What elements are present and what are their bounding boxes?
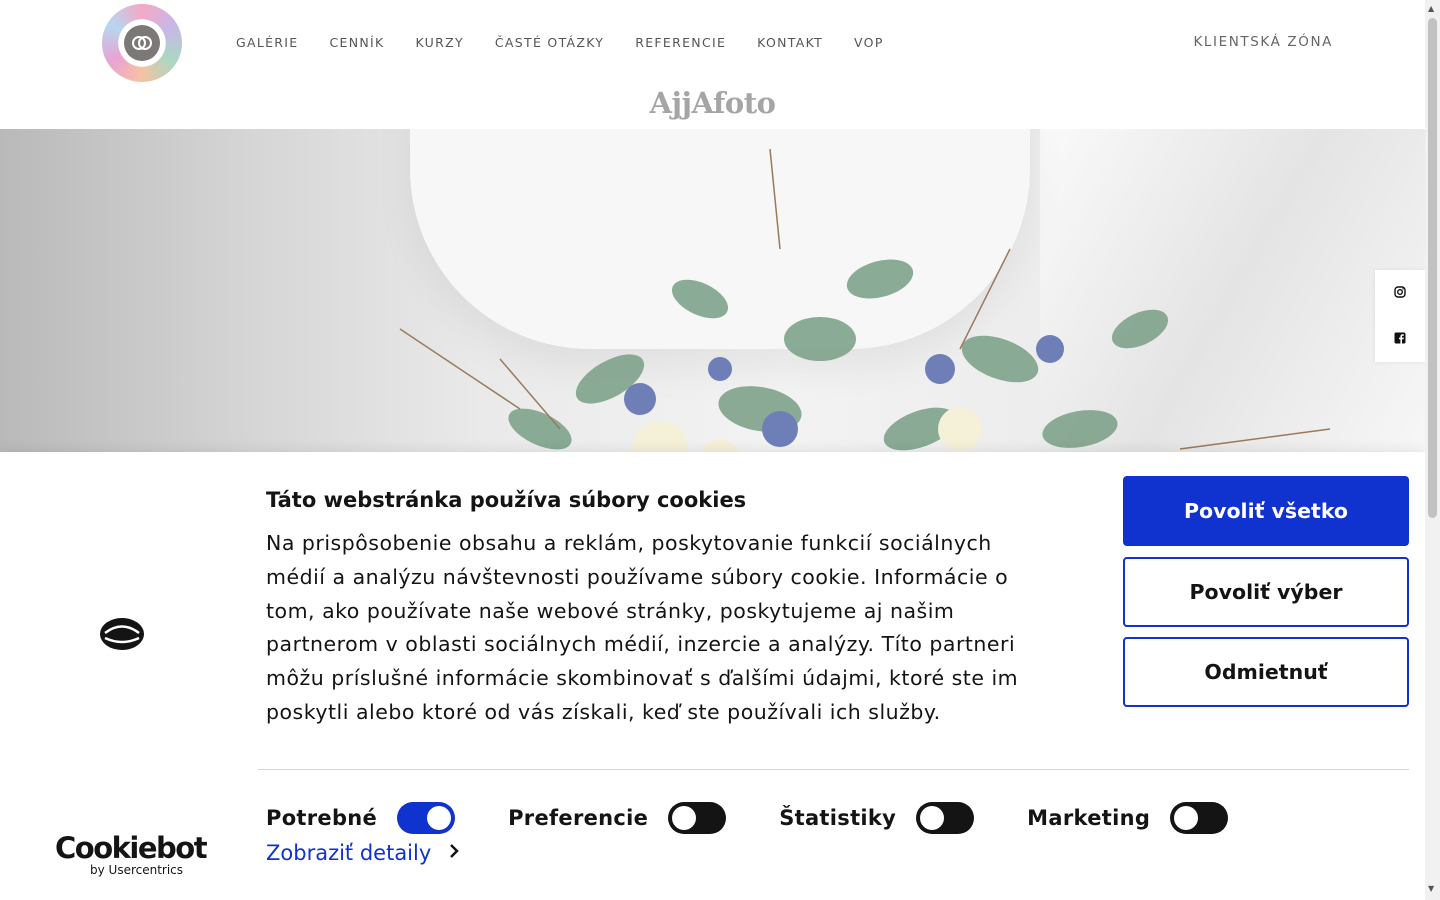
toggle-label-marketing: Marketing [1027, 806, 1151, 830]
cookiebot-logo[interactable]: Cookiebot by Usercentrics [55, 831, 208, 877]
nav-item-kontakt[interactable]: KONTAKT [757, 34, 823, 52]
facebook-icon[interactable] [1394, 332, 1406, 347]
main-nav: GALÉRIE CENNÍK KURZY ČASTÉ OTÁZKY REFERE… [236, 34, 915, 52]
cookiebot-badge-icon[interactable] [99, 616, 145, 652]
brand-title: AjjAfoto [649, 86, 776, 120]
consent-toggles: Potrebné Preferencie Štatistiky Marketin… [266, 801, 1281, 835]
allow-selection-button[interactable]: Povoliť výber [1123, 557, 1409, 627]
page: GALÉRIE CENNÍK KURZY ČASTÉ OTÁZKY REFERE… [0, 0, 1440, 900]
toggle-knob [1174, 806, 1199, 830]
cookie-consent-banner: Táto webstránka používa súbory cookies N… [0, 452, 1425, 900]
client-zone-link[interactable]: KLIENTSKÁ ZÓNA [1193, 33, 1333, 51]
show-details-label: Zobraziť detaily [266, 841, 432, 865]
page-scrollbar[interactable]: ▲ ▼ [1425, 0, 1440, 900]
nav-item-vop[interactable]: VOP [854, 34, 884, 52]
instagram-icon[interactable] [1394, 285, 1406, 301]
toggle-knob [672, 806, 697, 830]
allow-all-button[interactable]: Povoliť všetko [1123, 476, 1409, 546]
toggle-knob [427, 806, 452, 830]
bouquet-illustration [399, 148, 1331, 454]
site-header: GALÉRIE CENNÍK KURZY ČASTÉ OTÁZKY REFERE… [0, 0, 1425, 129]
cookiebot-name: Cookiebot [55, 831, 208, 865]
nav-item-galerie[interactable]: GALÉRIE [236, 34, 298, 52]
toggle-knob [920, 806, 945, 830]
scroll-down-icon[interactable]: ▼ [1428, 884, 1434, 893]
social-sidebar [1375, 270, 1425, 362]
cookiebot-byline: by Usercentrics [90, 863, 184, 877]
nav-item-referencie[interactable]: REFERENCIE [635, 34, 726, 52]
site-logo[interactable] [102, 4, 182, 82]
scroll-thumb[interactable] [1428, 18, 1437, 518]
chevron-right-icon [449, 842, 460, 864]
nav-item-kurzy[interactable]: KURZY [416, 34, 464, 52]
toggle-statistics[interactable] [916, 802, 975, 834]
scroll-up-icon[interactable]: ▲ [1428, 4, 1434, 13]
cookie-divider [258, 769, 1409, 770]
rings-icon [124, 25, 160, 61]
toggle-label-necessary: Potrebné [266, 806, 378, 830]
show-details-link[interactable]: Zobraziť detaily [266, 841, 460, 865]
nav-item-caste-otazky[interactable]: ČASTÉ OTÁZKY [495, 34, 604, 52]
hero-image [0, 129, 1425, 454]
toggle-preferences[interactable] [668, 802, 727, 834]
deny-button[interactable]: Odmietnuť [1123, 637, 1409, 707]
toggle-label-statistics: Štatistiky [779, 806, 897, 830]
cookie-description: Na prispôsobenie obsahu a reklám, poskyt… [266, 531, 1019, 724]
toggle-necessary[interactable] [397, 802, 456, 834]
cookie-title: Táto webstránka používa súbory cookies [266, 488, 747, 512]
toggle-marketing[interactable] [1170, 802, 1229, 834]
nav-item-cennik[interactable]: CENNÍK [329, 34, 384, 52]
toggle-label-preferences: Preferencie [508, 806, 649, 830]
